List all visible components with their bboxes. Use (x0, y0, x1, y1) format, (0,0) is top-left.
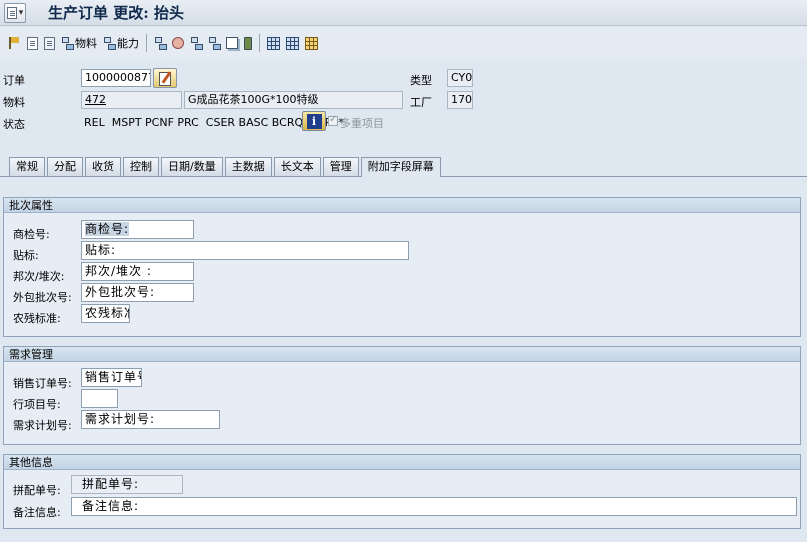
other-info-title: 其他信息 (4, 455, 800, 470)
application-toolbar: 物料 能力 (0, 27, 807, 59)
tab-administration[interactable]: 管理 (322, 157, 359, 176)
material-icon (61, 36, 74, 50)
type-field[interactable]: CY01 (447, 69, 473, 87)
table-button[interactable] (264, 32, 283, 54)
material-field[interactable]: 472 (81, 91, 182, 109)
tab-goods-receipt[interactable]: 收货 (85, 157, 121, 176)
other-info-group: 其他信息 拼配单号: 拼配单号: 备注信息: 备注信息: (3, 454, 801, 529)
multi-item-checkbox[interactable] (328, 114, 338, 126)
inspection-no-label: 商检号: (13, 228, 50, 241)
inspection-no-value: 商检号: (85, 222, 130, 236)
demand-plan-input[interactable]: 需求计划号: (81, 410, 220, 429)
structure-button[interactable] (151, 32, 169, 54)
plant-field[interactable]: 1702 (447, 91, 473, 109)
list-icon (44, 36, 55, 50)
order-label: 订单 (3, 74, 25, 87)
tab-strip: 常规 分配 收货 控制 日期/数量 主数据 长文本 管理 附加字段屏幕 (9, 157, 443, 177)
pesticide-standard-input[interactable]: 农残标准 (81, 304, 130, 323)
type-label: 类型 (410, 74, 432, 87)
copy-icon (226, 37, 238, 49)
line-item-input[interactable] (81, 389, 118, 408)
copy-button[interactable] (223, 32, 241, 54)
sales-order-input[interactable]: 销售订单号 (81, 368, 142, 387)
toolbar-separator (259, 34, 260, 52)
table-icon (267, 36, 280, 50)
hierarchy-button[interactable] (187, 32, 205, 54)
list-button[interactable] (41, 32, 58, 54)
status-info-button[interactable]: i (302, 111, 326, 131)
tree-button[interactable] (205, 32, 223, 54)
edit-button[interactable] (153, 68, 177, 88)
remarks-input[interactable]: 备注信息: (71, 497, 797, 516)
hierarchy-icon (190, 36, 203, 50)
toolbar-separator (146, 34, 147, 52)
info-icon: i (306, 113, 322, 129)
flag-icon (7, 36, 21, 50)
system-menu-button[interactable]: ▾ (4, 2, 26, 23)
demand-management-title: 需求管理 (4, 347, 800, 362)
tab-assignment[interactable]: 分配 (47, 157, 83, 176)
multi-item-label: 多重项目 (340, 117, 384, 130)
structure-icon (154, 36, 167, 50)
material-description: G成品花茶100G*100特级 (184, 91, 403, 109)
tab-long-text[interactable]: 长文本 (273, 157, 321, 176)
bag-button[interactable] (169, 32, 187, 54)
chevron-down-icon: ▾ (18, 7, 24, 18)
remarks-label: 备注信息: (13, 506, 61, 519)
tab-general[interactable]: 常规 (9, 157, 45, 176)
blend-no-input[interactable]: 拼配单号: (71, 475, 183, 494)
material-label: 物料 (3, 96, 25, 109)
table-layout-button[interactable] (283, 32, 302, 54)
document-icon (27, 36, 38, 50)
tree-icon (208, 36, 221, 50)
table-grid-button[interactable] (302, 32, 321, 54)
plant-label: 工厂 (410, 96, 432, 109)
phone-button[interactable] (241, 32, 255, 54)
page-title: 生产订单 更改: 抬头 (48, 4, 184, 22)
tab-master-data[interactable]: 主数据 (224, 157, 272, 176)
outsourced-batch-label: 外包批次号: (13, 291, 72, 304)
tab-additional-fields[interactable]: 附加字段屏幕 (360, 157, 441, 177)
pesticide-standard-label: 农残标准: (13, 312, 61, 325)
document-button[interactable] (24, 32, 41, 54)
blend-no-label: 拼配单号: (13, 484, 61, 497)
inspection-no-input[interactable]: 商检号: (81, 220, 194, 239)
label-tag-label: 贴标: (13, 249, 39, 262)
document-icon (6, 6, 17, 19)
line-item-label: 行项目号: (13, 398, 61, 411)
batch-stack-label: 邦次/堆次: (13, 270, 65, 283)
table-layout-icon (286, 36, 299, 50)
title-bar: ▾ 生产订单 更改: 抬头 (0, 0, 807, 26)
demand-management-group: 需求管理 销售订单号: 销售订单号 行项目号: 需求计划号: 需求计划号: (3, 346, 801, 445)
phone-icon (244, 36, 252, 50)
material-button-label: 物料 (75, 37, 97, 50)
label-tag-input[interactable]: 贴标: (81, 241, 409, 260)
order-field[interactable]: 1000000877 (81, 69, 151, 87)
demand-plan-label: 需求计划号: (13, 419, 72, 432)
batch-stack-input[interactable]: 邦次/堆次 : (81, 262, 194, 281)
batch-attributes-group: 批次属性 商检号: 商检号: 贴标: 贴标: 邦次/堆次: 邦次/堆次 : 外包… (3, 197, 801, 337)
bag-icon (172, 37, 184, 49)
batch-attributes-title: 批次属性 (4, 198, 800, 213)
tab-content-panel: 批次属性 商检号: 商检号: 贴标: 贴标: 邦次/堆次: 邦次/堆次 : 外包… (0, 177, 807, 542)
tab-control[interactable]: 控制 (123, 157, 159, 176)
material-button[interactable]: 物料 (58, 32, 100, 54)
table-grid-icon (305, 36, 318, 50)
status-label: 状态 (3, 118, 25, 131)
tab-dates-quantities[interactable]: 日期/数量 (161, 157, 223, 176)
capacity-button[interactable]: 能力 (100, 32, 142, 54)
capacity-icon (103, 36, 116, 50)
outsourced-batch-input[interactable]: 外包批次号: (81, 283, 194, 302)
capacity-button-label: 能力 (117, 37, 139, 50)
flag-button[interactable] (4, 32, 24, 54)
sales-order-label: 销售订单号: (13, 377, 72, 390)
